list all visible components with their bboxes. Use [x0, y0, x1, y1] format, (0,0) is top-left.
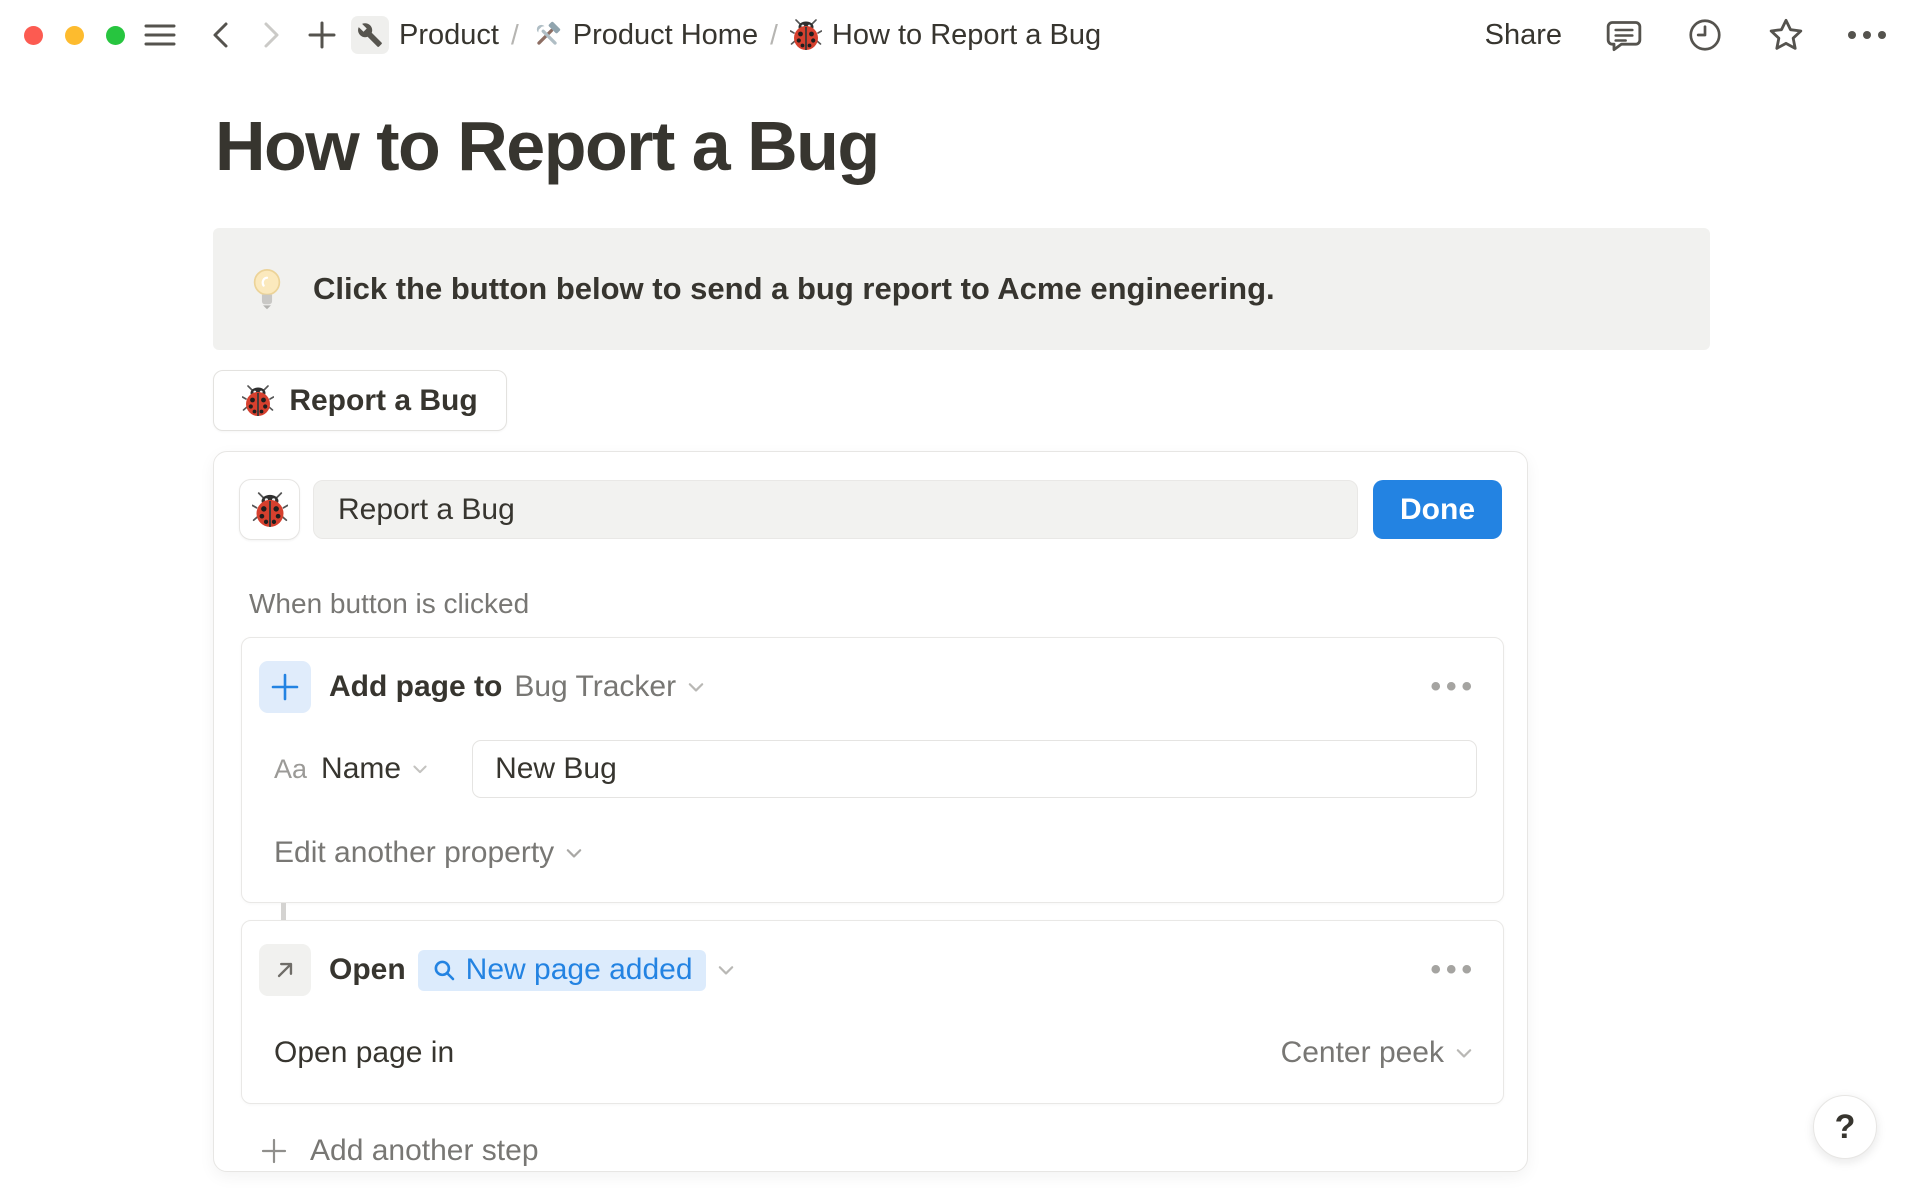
breadcrumb-item-product-home[interactable]: Product Home: [531, 19, 758, 52]
plus-icon: [261, 1138, 287, 1164]
window-controls: [24, 25, 125, 45]
help-button[interactable]: ?: [1813, 1095, 1877, 1159]
page-body: How to Report a Bug Click the button bel…: [0, 106, 1920, 1172]
step-card-open-page: Open New page added ••• Open page in Cen…: [241, 920, 1504, 1104]
topbar: Product / Product Home / How to Report a…: [0, 0, 1920, 70]
step-more-options-button[interactable]: •••: [1430, 953, 1477, 987]
lady-beetle-icon: [251, 491, 288, 527]
step-header: Open New page added •••: [259, 944, 1477, 996]
new-page-button[interactable]: [307, 20, 337, 50]
forward-button[interactable]: [259, 20, 285, 50]
ellipsis-icon: [1848, 31, 1856, 39]
close-window-button[interactable]: [24, 25, 43, 45]
done-button[interactable]: Done: [1373, 480, 1502, 539]
zoom-window-button[interactable]: [106, 25, 125, 45]
property-value-input[interactable]: [472, 740, 1477, 798]
edit-another-property-button[interactable]: Edit another property: [274, 836, 1477, 870]
step-action-label: Add page to: [329, 670, 503, 703]
property-name: Name: [321, 752, 402, 785]
step-more-options-button[interactable]: •••: [1430, 670, 1477, 704]
open-action-icon-box: [259, 944, 311, 996]
hammer-and-wrench-icon: [536, 21, 560, 45]
topbar-actions: Share: [1485, 15, 1886, 55]
back-button[interactable]: [207, 20, 233, 50]
add-page-action-icon-box: [259, 661, 311, 713]
text-property-type-icon: Aa: [274, 753, 308, 784]
favorite-button[interactable]: [1766, 15, 1806, 55]
report-a-bug-button-label: Report a Bug: [289, 383, 478, 417]
target-database-dropdown[interactable]: Bug Tracker: [502, 670, 707, 704]
step-action-label: Open: [329, 953, 406, 986]
callout-text: Click the button below to send a bug rep…: [313, 271, 1275, 306]
notion-window: Product / Product Home / How to Report a…: [0, 0, 1920, 1200]
breadcrumb-item-product[interactable]: Product: [389, 19, 499, 52]
updates-button[interactable]: [1686, 16, 1724, 54]
clock-icon: [1689, 19, 1721, 51]
callout-block: Click the button below to send a bug rep…: [213, 228, 1710, 350]
open-mode-value: Center peek: [1280, 1036, 1444, 1069]
plus-icon: [308, 21, 336, 49]
step-header: Add page to Bug Tracker •••: [259, 661, 1477, 713]
breadcrumb-label: Product: [399, 18, 499, 51]
chevron-down-icon: [563, 842, 585, 864]
comment-icon: [1606, 21, 1642, 52]
button-editor-panel: Done When button is clicked Add page to: [213, 451, 1528, 1172]
chevron-down-icon[interactable]: [410, 759, 430, 779]
automation-steps: Add page to Bug Tracker ••• Aa Name New …: [241, 637, 1504, 1168]
step-connector: [281, 903, 286, 920]
breadcrumb-label: How to Report a Bug: [831, 18, 1102, 51]
breadcrumb-item-current-page[interactable]: How to Report a Bug: [789, 18, 1102, 52]
open-target-chip[interactable]: New page added: [417, 949, 706, 991]
comments-button[interactable]: [1604, 15, 1644, 55]
breadcrumb-product-icon-box[interactable]: [351, 16, 389, 54]
open-page-in-label: Open page in: [274, 1036, 455, 1069]
open-target-chip-label: New page added: [465, 953, 693, 986]
more-options-button[interactable]: [1848, 31, 1886, 39]
hamburger-icon: [144, 24, 176, 46]
breadcrumb-separator: /: [510, 19, 519, 50]
star-icon: [1769, 18, 1803, 50]
share-button[interactable]: Share: [1485, 19, 1562, 52]
page-title: How to Report a Bug: [215, 107, 880, 185]
plus-icon: [271, 673, 299, 701]
step-card-add-page: Add page to Bug Tracker ••• Aa Name New …: [241, 637, 1504, 903]
search-icon: [434, 960, 454, 981]
button-icon-picker[interactable]: [239, 479, 300, 540]
property-row: Aa Name: [259, 740, 1477, 798]
breadcrumb-separator: /: [770, 19, 778, 50]
minimize-window-button[interactable]: [65, 25, 84, 45]
edit-another-property-label: Edit another property: [274, 836, 555, 869]
chevron-right-icon: [264, 22, 279, 48]
button-name-input[interactable]: [313, 480, 1358, 539]
lady-beetle-icon: [242, 384, 275, 416]
light-bulb-icon: [253, 269, 281, 310]
chevron-down-icon: [685, 676, 707, 698]
wrench-icon: [358, 23, 382, 47]
add-another-step-button[interactable]: Add another step: [259, 1134, 1502, 1168]
lady-beetle-icon: [789, 19, 822, 50]
open-mode-dropdown[interactable]: Center peek: [1281, 1036, 1475, 1070]
trigger-label: When button is clicked: [249, 588, 530, 619]
chevron-down-icon: [1453, 1042, 1475, 1064]
report-a-bug-button[interactable]: Report a Bug: [213, 370, 507, 431]
chevron-left-icon: [213, 22, 228, 48]
add-another-step-label: Add another step: [310, 1134, 539, 1167]
open-page-in-row: Open page in Center peek: [259, 1036, 1477, 1070]
sidebar-toggle-button[interactable]: [143, 21, 177, 49]
chevron-down-icon[interactable]: [715, 959, 737, 981]
breadcrumb-label: Product Home: [572, 18, 759, 51]
button-editor-header: Done: [239, 479, 1502, 540]
target-database-value: Bug Tracker: [514, 670, 677, 703]
arrow-up-right-icon: [277, 962, 293, 978]
